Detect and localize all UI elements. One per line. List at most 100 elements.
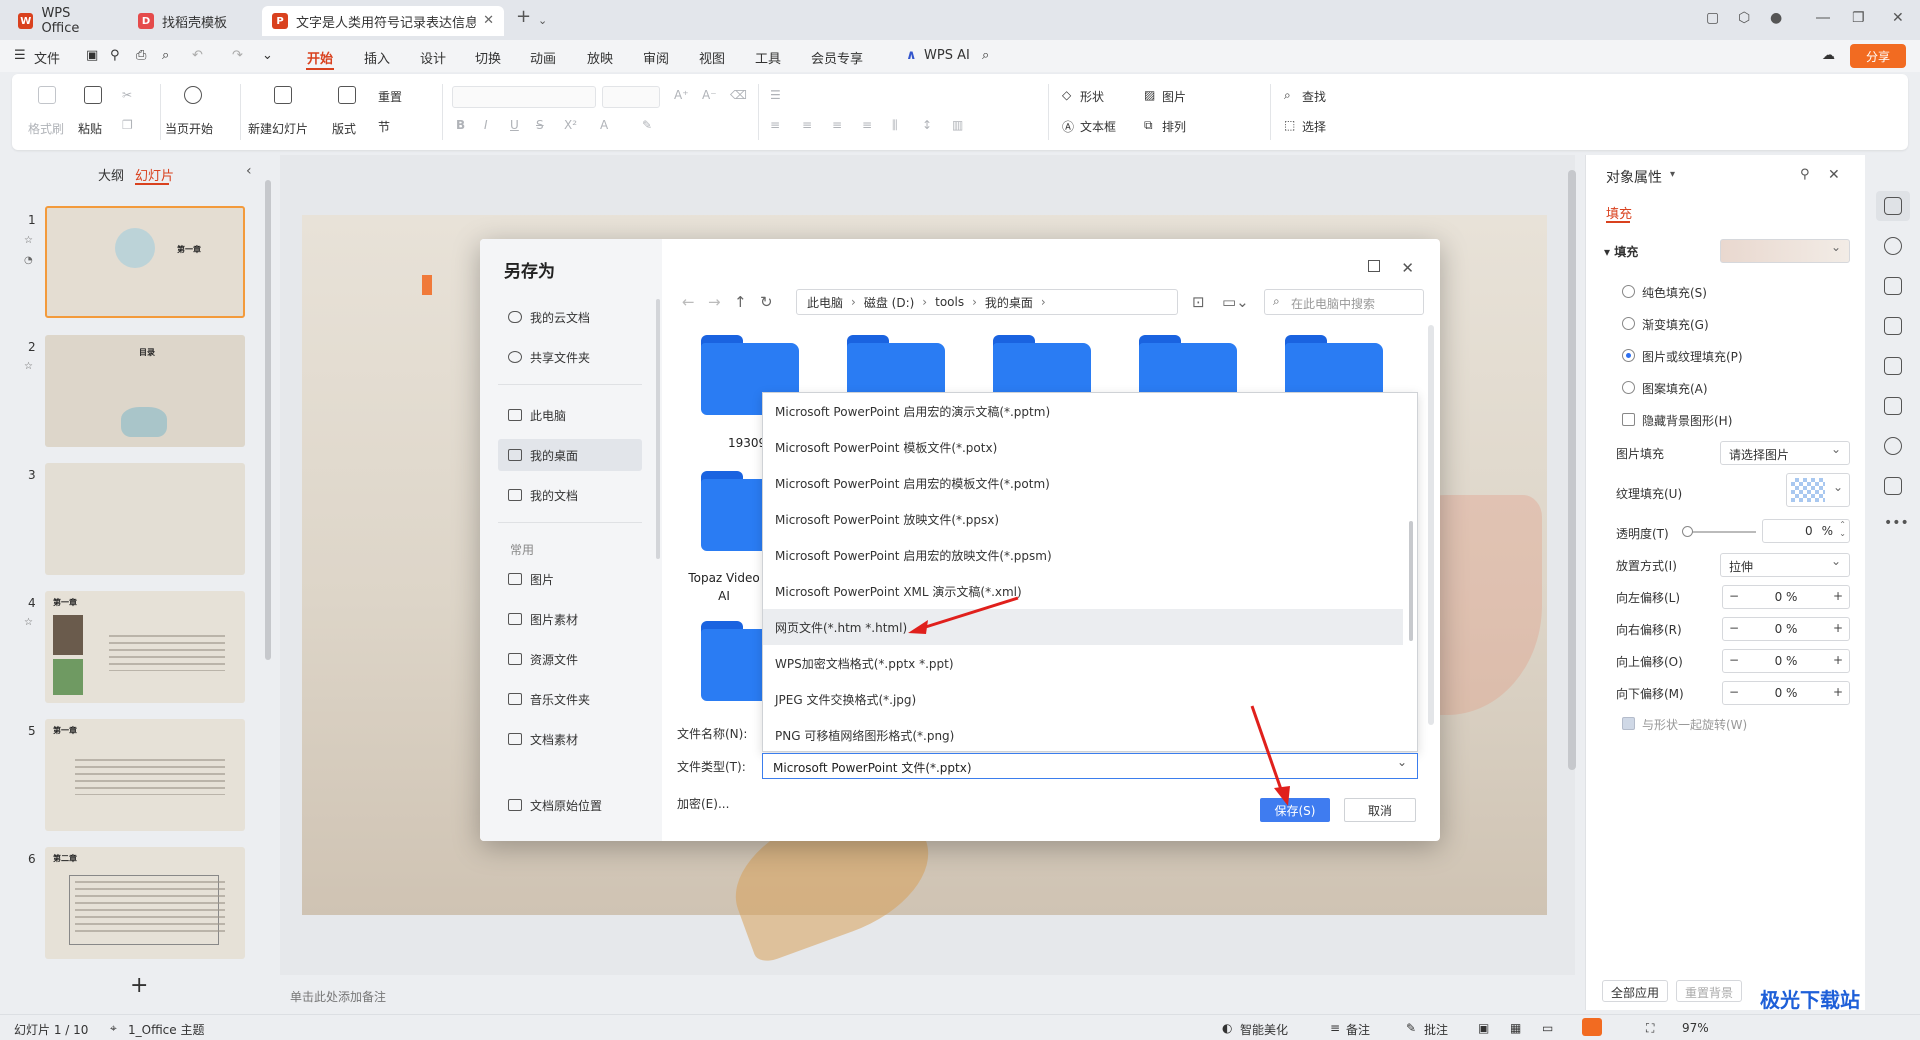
avatar[interactable]: ● <box>1770 10 1782 26</box>
gift-icon[interactable] <box>1884 477 1902 495</box>
redo-icon[interactable]: ↷ <box>232 48 243 63</box>
cut-icon[interactable]: ✂ <box>122 88 132 102</box>
fill-section-title[interactable]: ▾ 填充 <box>1604 243 1638 260</box>
offset-left-stepper[interactable]: −0 % + <box>1722 585 1850 609</box>
close-panel-icon[interactable]: ✕ <box>1828 167 1840 183</box>
nav-picture-assets[interactable]: 图片素材 <box>498 603 642 635</box>
slide-thumbnail-2[interactable]: 目录 <box>45 335 245 447</box>
highlight-icon[interactable]: ✎ <box>642 118 652 132</box>
print-icon[interactable]: ⎙ <box>136 48 146 63</box>
nav-my-desktop[interactable]: 我的桌面 <box>498 439 642 471</box>
reading-view-icon[interactable]: ▭ <box>1542 1021 1553 1035</box>
add-slide-button[interactable]: + <box>130 973 148 998</box>
dropdown-scrollbar[interactable] <box>1409 521 1413 641</box>
menu-tools[interactable]: 工具 <box>755 48 781 67</box>
nav-my-documents[interactable]: 我的文档 <box>498 479 642 511</box>
pin-icon[interactable]: ⚲ <box>1800 167 1810 182</box>
folder-label[interactable]: 19309 <box>728 436 766 450</box>
superscript-icon[interactable]: X² <box>564 118 577 132</box>
offset-bottom-stepper[interactable]: −0 % + <box>1722 681 1850 705</box>
slide-thumbnail-3[interactable] <box>45 463 245 575</box>
tab-outline[interactable]: 大纲 <box>98 165 124 184</box>
thumbnail-scrollbar[interactable] <box>265 180 271 660</box>
apply-all-button[interactable]: 全部应用 <box>1602 980 1669 1002</box>
link-icon[interactable]: ⚲ <box>110 48 120 63</box>
select-button[interactable]: 选择 <box>1302 118 1326 135</box>
file-type-option[interactable]: Microsoft PowerPoint 启用宏的演示文稿(*.pptm) <box>763 393 1403 429</box>
panel-title[interactable]: 对象属性 <box>1606 167 1662 187</box>
nav-resource-files[interactable]: 资源文件 <box>498 643 642 675</box>
hamburger-icon[interactable]: ☰ <box>14 48 26 63</box>
fill-preview-select[interactable] <box>1720 239 1850 263</box>
properties-icon[interactable] <box>1884 197 1902 215</box>
file-type-option[interactable]: WPS加密文档格式(*.pptx *.ppt) <box>763 645 1403 681</box>
forward-icon[interactable]: → <box>708 293 721 311</box>
breadcrumb-item[interactable]: tools <box>935 295 964 309</box>
notes-placeholder[interactable]: 单击此处添加备注 <box>290 988 386 1005</box>
justify-icon[interactable]: ≡ <box>862 118 872 132</box>
transparency-slider[interactable] <box>1686 531 1756 533</box>
clear-format-icon[interactable]: ⌫ <box>730 88 747 102</box>
book-icon[interactable] <box>1884 397 1902 415</box>
slide-thumbnail-5[interactable]: 第一章 <box>45 719 245 831</box>
play-current-button[interactable]: 当页开始 <box>165 120 213 137</box>
shape-button[interactable]: 形状 <box>1080 88 1104 105</box>
slide-thumbnail-1[interactable]: 第一章 <box>45 206 245 318</box>
paste-button[interactable]: 粘贴 <box>78 120 102 137</box>
picture-source-select[interactable]: 请选择图片 <box>1720 441 1850 465</box>
tab-current-document[interactable]: P 文字是人类用符号记录表达信息以 ✕ <box>262 6 504 36</box>
encrypt-link[interactable]: 加密(E)... <box>677 795 729 812</box>
path-breadcrumb[interactable]: 此电脑 › 磁盘 (D:) › tools › 我的桌面 › <box>796 289 1178 315</box>
normal-view-icon[interactable]: ▣ <box>1478 1021 1489 1035</box>
notes-button[interactable]: 备注 <box>1346 1021 1370 1038</box>
file-type-dropdown-list[interactable]: Microsoft PowerPoint 启用宏的演示文稿(*.pptm) Mi… <box>762 392 1418 752</box>
italic-icon[interactable]: I <box>484 118 488 132</box>
nav-cloud-docs[interactable]: 我的云文档 <box>498 301 642 333</box>
zoom-level[interactable]: 97% <box>1682 1021 1709 1035</box>
menu-transition[interactable]: 切换 <box>475 48 501 67</box>
file-type-option-html[interactable]: 网页文件(*.htm *.html) <box>763 609 1403 645</box>
align-right-icon[interactable]: ≡ <box>832 118 842 132</box>
plus-icon[interactable]: + <box>1833 621 1843 635</box>
tab-fill[interactable]: 填充 <box>1606 203 1632 222</box>
bullet-list-icon[interactable]: ☰ <box>770 88 781 102</box>
nav-document-assets[interactable]: 文档素材 <box>498 723 642 755</box>
menu-slideshow[interactable]: 放映 <box>587 48 613 67</box>
slide-scrollbar[interactable] <box>1568 170 1576 770</box>
tab-wps-office[interactable]: W WPS Office <box>8 6 120 36</box>
cube-icon[interactable]: ⬡ <box>1738 10 1750 26</box>
search-icon[interactable]: ⌕ <box>982 48 989 63</box>
plus-icon[interactable]: + <box>1833 589 1843 603</box>
radio-gradient-fill[interactable] <box>1622 317 1635 330</box>
format-painter-button[interactable]: 格式刷 <box>28 120 64 137</box>
preview-icon[interactable]: ⌕ <box>162 48 169 63</box>
slider-handle[interactable] <box>1682 526 1693 537</box>
file-type-select[interactable]: Microsoft PowerPoint 文件(*.pptx) <box>762 753 1418 779</box>
star-icon[interactable] <box>1884 237 1902 255</box>
offset-right-stepper[interactable]: −0 % + <box>1722 617 1850 641</box>
close-dialog-icon[interactable]: ✕ <box>1401 259 1414 277</box>
help-icon[interactable] <box>1884 437 1902 455</box>
file-type-option[interactable]: Microsoft PowerPoint 放映文件(*.ppsx) <box>763 501 1403 537</box>
menu-design[interactable]: 设计 <box>420 48 446 67</box>
section-button[interactable]: 节 <box>378 118 390 135</box>
view-mode-icon[interactable]: ▭⌄ <box>1222 293 1249 311</box>
transparency-input[interactable]: 0 % ⌃ ⌄ <box>1762 519 1850 543</box>
files-scrollbar[interactable] <box>1428 325 1434 725</box>
distribute-icon[interactable]: ⫼ <box>892 118 898 133</box>
underline-icon[interactable]: U <box>510 118 519 132</box>
file-type-option[interactable]: Microsoft PowerPoint XML 演示文稿(*.xml) <box>763 573 1403 609</box>
menu-view[interactable]: 视图 <box>699 48 725 67</box>
menu-insert[interactable]: 插入 <box>364 48 390 67</box>
shrink-font-icon[interactable]: A⁻ <box>702 88 717 102</box>
file-type-option[interactable]: PNG 可移植网络图形格式(*.png) <box>763 717 1403 751</box>
up-icon[interactable]: ↑ <box>734 293 747 311</box>
comments-button[interactable]: 批注 <box>1424 1021 1448 1038</box>
find-button[interactable]: 查找 <box>1302 88 1326 105</box>
save-icon[interactable]: ▣ <box>86 48 98 63</box>
align-center-icon[interactable]: ≡ <box>802 118 812 132</box>
plus-icon[interactable]: + <box>1833 685 1843 699</box>
slide-thumbnail-4[interactable]: 第一章 <box>45 591 245 703</box>
breadcrumb-item[interactable]: 磁盘 (D:) <box>864 294 914 311</box>
offset-top-stepper[interactable]: −0 % + <box>1722 649 1850 673</box>
